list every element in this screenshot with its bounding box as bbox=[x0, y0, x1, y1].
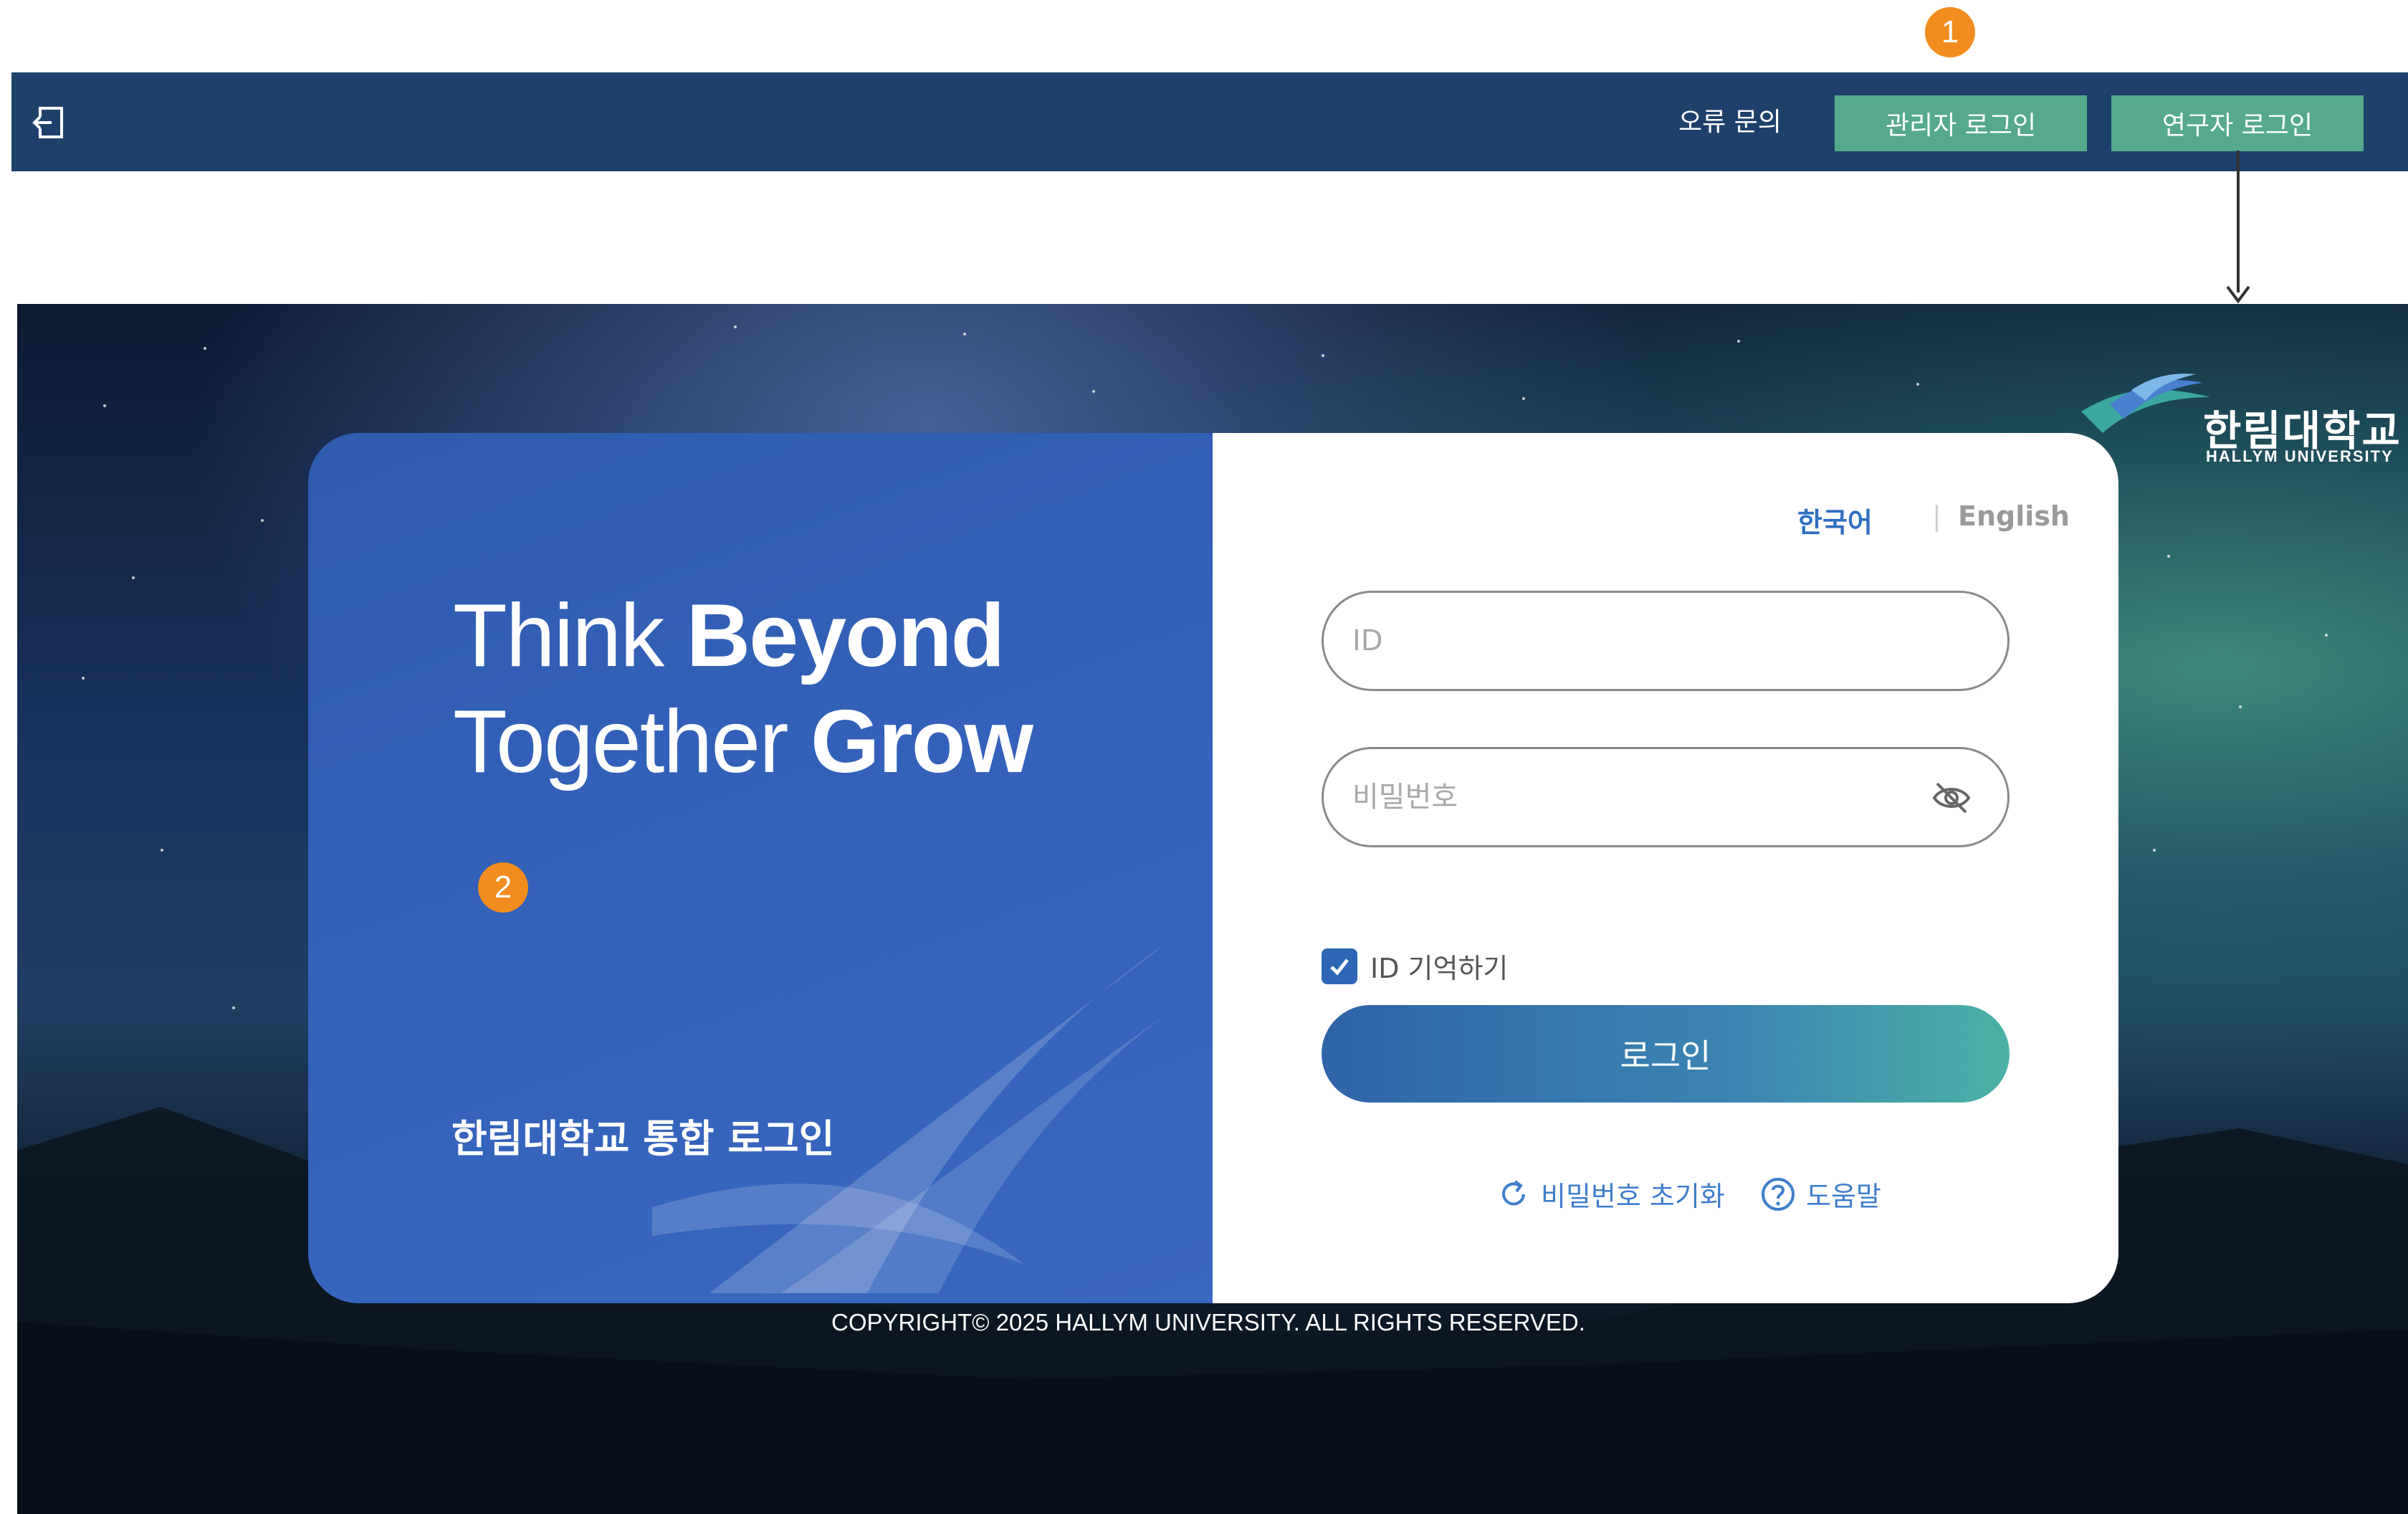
slogan-think: Think bbox=[453, 586, 687, 685]
refresh-icon bbox=[1502, 1179, 1525, 1205]
top-navigation-bar: 오류 문의 관리자 로그인 연구자 로그인 bbox=[11, 72, 2408, 171]
password-input[interactable] bbox=[1352, 749, 1911, 845]
logout-icon[interactable] bbox=[30, 103, 70, 143]
remember-id-checkbox[interactable] bbox=[1322, 948, 1357, 984]
annotation-marker-1: 1 bbox=[1925, 7, 1975, 57]
reset-password-label: 비밀번호 초기화 bbox=[1541, 1181, 1725, 1212]
password-field bbox=[1322, 747, 2010, 847]
id-input[interactable] bbox=[1352, 593, 1911, 689]
error-inquiry-link[interactable]: 오류 문의 bbox=[1678, 105, 1782, 140]
card-hero-panel: Think Beyond Together Grow 한림대학교 통합 로그인 bbox=[308, 433, 1213, 1303]
slogan-grow: Grow bbox=[811, 692, 1033, 791]
slogan-line-2: Together Grow bbox=[453, 688, 1033, 796]
login-button[interactable]: 로그인 bbox=[1322, 1005, 2010, 1103]
eye-slash-icon[interactable] bbox=[1931, 779, 1972, 816]
hallym-university-logo: 한림대학교 HALLYM UNIVERSITY bbox=[2074, 368, 2408, 476]
slogan-beyond: Beyond bbox=[686, 586, 1005, 685]
language-english-link[interactable]: English bbox=[1958, 500, 2070, 532]
researcher-login-button[interactable]: 연구자 로그인 bbox=[2111, 95, 2364, 151]
logo-english-text: HALLYM UNIVERSITY bbox=[2206, 447, 2394, 465]
check-icon bbox=[1330, 958, 1349, 976]
annotation-marker-2: 2 bbox=[478, 862, 528, 913]
question-circle-icon bbox=[1762, 1177, 1795, 1211]
copyright-text: COPYRIGHT© 2025 HALLYM UNIVERSITY. ALL R… bbox=[831, 1309, 1585, 1336]
language-korean-link[interactable]: 한국어 bbox=[1797, 500, 1873, 540]
slogan-together: Together bbox=[453, 692, 811, 791]
wave-decoration bbox=[652, 942, 1197, 1293]
login-card: Think Beyond Together Grow 한림대학교 통합 로그인 … bbox=[308, 433, 2118, 1303]
login-form-panel: 한국어 | English ID 기억하기 로그인 bbox=[1213, 433, 2118, 1303]
remember-id-option[interactable]: ID 기억하기 bbox=[1322, 946, 1508, 986]
arrow-down-icon bbox=[2226, 285, 2250, 304]
help-label: 도움말 bbox=[1806, 1181, 1881, 1212]
slogan-line-1: Think Beyond bbox=[453, 582, 1005, 690]
language-separator: | bbox=[1932, 500, 1941, 532]
id-field bbox=[1322, 591, 2010, 691]
admin-login-button[interactable]: 관리자 로그인 bbox=[1835, 95, 2087, 151]
reset-password-link[interactable]: 비밀번호 초기화 bbox=[1496, 1174, 1725, 1214]
arrow-connector-line bbox=[2237, 151, 2240, 292]
remember-id-label: ID 기억하기 bbox=[1370, 953, 1509, 984]
help-link[interactable]: 도움말 bbox=[1760, 1174, 1881, 1214]
integrated-login-title: 한림대학교 통합 로그인 bbox=[452, 1116, 835, 1161]
